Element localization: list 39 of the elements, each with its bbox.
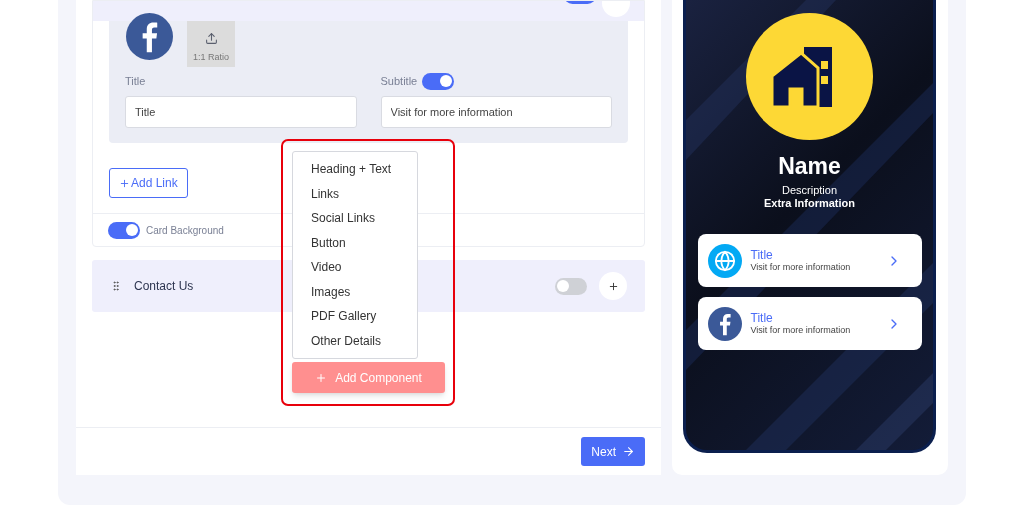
profile-description: Description [782,184,837,197]
field-label: Subtitle [380,74,418,90]
house-logo-icon [746,13,873,140]
link-title: Title [750,248,774,262]
section-title: Contact Us [134,278,194,295]
menu-item[interactable]: Links [293,181,417,206]
next-button[interactable]: Next [581,437,645,466]
ratio-label: 1:1 Ratio [193,50,229,64]
link-subtitle: Visit for more information [750,325,852,336]
menu-item[interactable]: Video [293,255,417,280]
menu-item[interactable]: Other Details [293,328,417,353]
globe-icon [707,243,742,278]
upload-icon [204,31,218,45]
menu-item[interactable]: Button [293,230,417,255]
toggle-switch[interactable] [422,73,455,90]
profile-extra-info: Extra Information [763,197,856,210]
plus-icon [607,280,619,292]
menu-item[interactable]: Social Links [293,206,417,231]
toggle-switch[interactable] [108,221,140,239]
menu-item[interactable]: Images [293,279,417,304]
link-card[interactable]: Title Visit for more information [697,297,922,350]
field-label: Title [125,74,146,90]
plus-icon [119,177,130,189]
link-title: Title [750,311,774,325]
card-background-label: Card Background [146,223,224,238]
arrow-right-icon [622,445,635,458]
link-subtitle: Visit for more information [750,262,852,273]
profile-name: Name [778,152,841,180]
menu-item[interactable]: PDF Gallery [293,304,417,329]
toggle-switch[interactable] [555,277,587,295]
title-input[interactable]: Title [125,96,357,128]
facebook-logo-icon [126,13,173,60]
drag-handle-icon[interactable] [110,280,122,292]
subtitle-input[interactable]: Visit for more information [380,96,612,128]
facebook-logo-icon [707,306,742,341]
plus-icon [315,371,328,384]
link-card[interactable]: Title Visit for more information [697,234,922,287]
add-link-button[interactable]: Add Link [109,168,188,198]
menu-item[interactable]: Heading + Text [293,157,417,182]
